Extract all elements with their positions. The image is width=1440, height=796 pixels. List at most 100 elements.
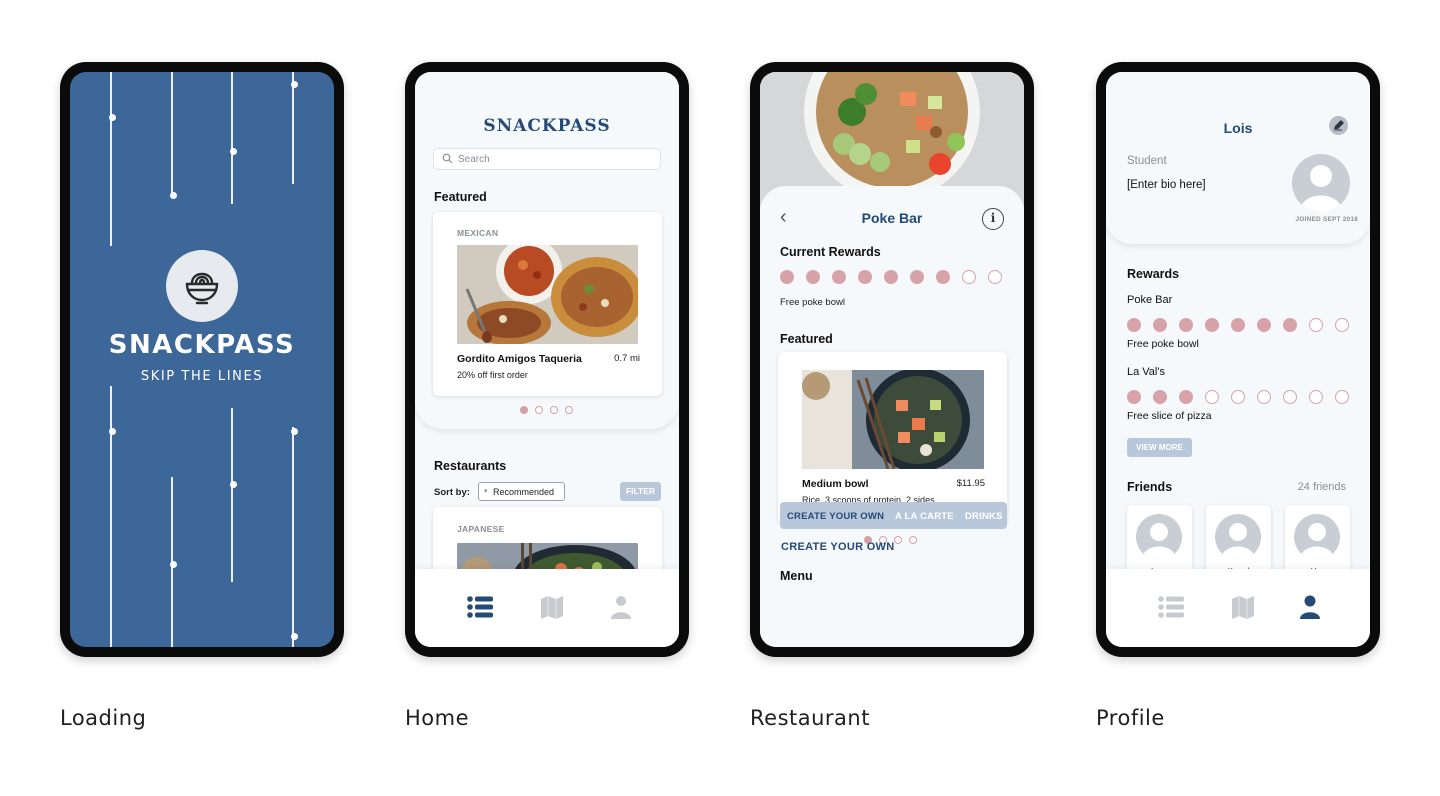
menu-item-name: Medium bowl xyxy=(802,478,869,490)
profile-icon[interactable] xyxy=(606,593,636,621)
list-icon[interactable] xyxy=(465,593,495,621)
featured-pager[interactable] xyxy=(520,406,573,414)
pager-dot[interactable] xyxy=(565,406,573,414)
reward-dot-filled xyxy=(1153,390,1167,404)
avatar xyxy=(1292,154,1350,212)
list-icon[interactable] xyxy=(1156,593,1186,621)
search-placeholder: Search xyxy=(458,154,490,165)
deco-line xyxy=(171,72,173,196)
deco-line xyxy=(292,72,294,184)
pager-dot[interactable] xyxy=(550,406,558,414)
friends-title: Friends xyxy=(1127,480,1173,494)
reward-dot-filled xyxy=(936,270,950,284)
friends-count: 24 friends xyxy=(1297,481,1346,493)
deco-line xyxy=(231,408,233,582)
reward-dot-empty xyxy=(1335,318,1349,332)
reward-text: Free poke bowl xyxy=(1127,338,1199,350)
home-header: SNACKPASS Search Featured MEXICAN Gordit… xyxy=(415,72,679,429)
bowl-icon xyxy=(166,250,238,322)
reward-dot-filled xyxy=(1127,390,1141,404)
tab-a-la-carte[interactable]: A LA CARTE xyxy=(895,511,954,522)
featured-title: Featured xyxy=(434,190,487,204)
reward-text: Free slice of pizza xyxy=(1127,410,1212,422)
reward-dot-filled xyxy=(910,270,924,284)
map-icon[interactable] xyxy=(1228,593,1258,621)
deco-dot xyxy=(229,147,237,155)
avatar xyxy=(1215,514,1261,560)
reward-dot-filled xyxy=(1179,390,1193,404)
sort-select[interactable]: Recommended xyxy=(478,482,565,501)
deco-dot xyxy=(169,560,177,568)
profile-bio[interactable]: [Enter bio here] xyxy=(1127,179,1206,191)
edit-icon[interactable] xyxy=(1329,116,1348,135)
reward-restaurant: La Val's xyxy=(1127,366,1165,378)
filter-button[interactable]: FILTER xyxy=(620,482,661,501)
search-input[interactable]: Search xyxy=(433,148,661,170)
restaurant-panel: ‹ Poke Bar i Current Rewards Free poke b… xyxy=(760,186,1024,647)
reward-progress xyxy=(1127,390,1349,404)
reward-dot-empty xyxy=(1309,390,1323,404)
cuisine-tag: JAPANESE xyxy=(457,524,505,534)
map-icon[interactable] xyxy=(537,593,567,621)
deco-dot xyxy=(290,80,298,88)
profile-role: Student xyxy=(1127,155,1167,167)
reward-dot-empty xyxy=(1309,318,1323,332)
reward-dot-filled xyxy=(780,270,794,284)
home-brand: SNACKPASS xyxy=(483,116,611,136)
restaurants-title: Restaurants xyxy=(434,459,507,473)
reward-dot-filled xyxy=(832,270,846,284)
deco-dot xyxy=(290,632,298,640)
pager-dot[interactable] xyxy=(894,536,902,544)
sort-label: Sort by: xyxy=(434,487,470,498)
pager-dot[interactable] xyxy=(535,406,543,414)
reward-restaurant: Poke Bar xyxy=(1127,294,1173,306)
featured-title: Featured xyxy=(780,332,833,346)
tab-bar xyxy=(415,569,679,647)
featured-name: Gordito Amigos Taqueria xyxy=(457,353,582,365)
info-icon[interactable]: i xyxy=(982,208,1004,230)
reward-dot-empty xyxy=(962,270,976,284)
featured-card[interactable]: MEXICAN Gordito Amigos Taqueria 0.7 mi 2… xyxy=(433,212,662,396)
deco-dot xyxy=(108,427,116,435)
menu-tabs: CREATE YOUR OWN A LA CARTE DRINKS xyxy=(780,502,1007,529)
loading-brand: SNACKPASS xyxy=(108,330,296,360)
profile-screen: Lois Student [Enter bio here] JOINED SEP… xyxy=(1106,72,1370,647)
tab-drinks[interactable]: DRINKS xyxy=(965,511,1003,522)
caption-restaurant: Restaurant xyxy=(750,706,870,730)
profile-header: Lois Student [Enter bio here] JOINED SEP… xyxy=(1106,72,1370,244)
reward-dot-empty xyxy=(988,270,1002,284)
menu-item-photo xyxy=(802,370,984,469)
menu-item-card[interactable]: Medium bowl $11.95 Rice, 3 scoops of pro… xyxy=(778,352,1007,524)
pager-dot[interactable] xyxy=(909,536,917,544)
reward-dot-filled xyxy=(858,270,872,284)
pager-dot[interactable] xyxy=(520,406,528,414)
reward-dot-empty xyxy=(1205,390,1219,404)
reward-dot-empty xyxy=(1257,390,1271,404)
reward-dot-filled xyxy=(884,270,898,284)
reward-dot-filled xyxy=(1283,318,1297,332)
search-icon xyxy=(442,153,453,164)
reward-dot-empty xyxy=(1283,390,1297,404)
reward-dot-filled xyxy=(1179,318,1193,332)
featured-deal: 20% off first order xyxy=(457,370,528,380)
reward-dot-filled xyxy=(1205,318,1219,332)
home-phone: Restaurants Sort by: Recommended FILTER … xyxy=(405,62,689,657)
reward-dot-filled xyxy=(1153,318,1167,332)
loading-phone: SNACKPASS SKIP THE LINES xyxy=(60,62,344,657)
tab-bar xyxy=(1106,569,1370,647)
featured-distance: 0.7 mi xyxy=(614,353,640,364)
tab-create-your-own[interactable]: CREATE YOUR OWN xyxy=(787,511,884,522)
reward-progress xyxy=(780,270,1002,284)
restaurant-screen: ‹ Poke Bar i Current Rewards Free poke b… xyxy=(760,72,1024,647)
reward-dot-empty xyxy=(1335,390,1349,404)
featured-photo xyxy=(457,245,638,344)
profile-icon[interactable] xyxy=(1295,593,1325,621)
deco-line xyxy=(110,72,112,246)
menu-section-title: CREATE YOUR OWN xyxy=(781,541,895,553)
home-screen: Restaurants Sort by: Recommended FILTER … xyxy=(415,72,679,647)
deco-line xyxy=(231,72,233,204)
view-more-button[interactable]: VIEW MORE xyxy=(1127,438,1192,457)
reward-dot-filled xyxy=(1257,318,1271,332)
reward-text: Free poke bowl xyxy=(780,297,845,308)
reward-dot-empty xyxy=(1231,390,1245,404)
